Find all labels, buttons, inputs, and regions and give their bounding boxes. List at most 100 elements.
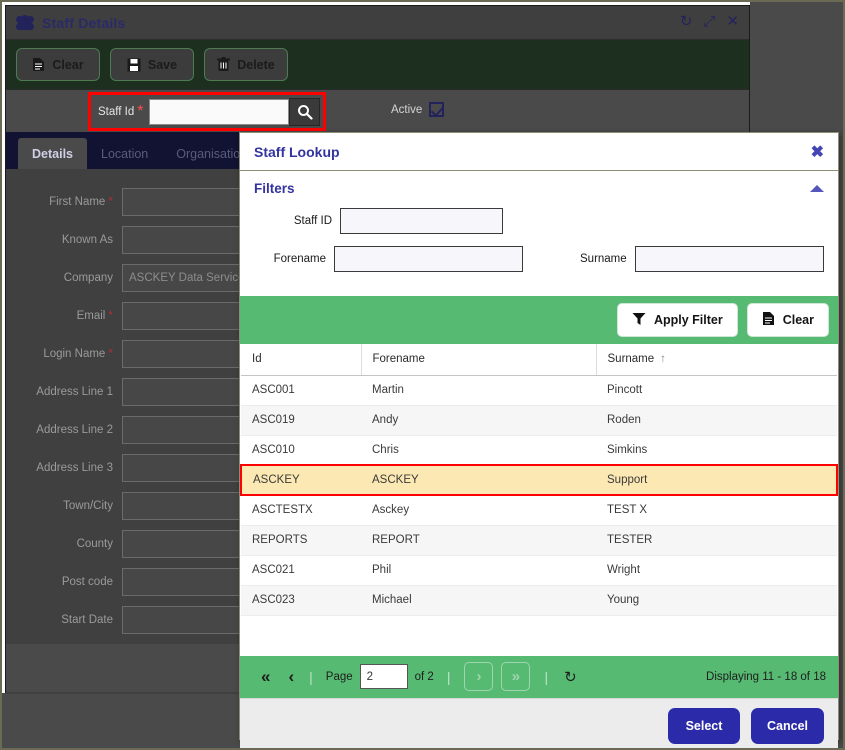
staff-lookup-dialog: Staff Lookup ✖ Filters Staff ID Forename…	[239, 132, 839, 750]
form-field-label: First Name *	[49, 196, 113, 208]
delete-button-label: Delete	[237, 57, 275, 72]
staff-details-titlebar: Staff Details ↻ ⤢ ✕	[6, 6, 749, 40]
window-controls: ↻ ⤢ ✕	[680, 14, 739, 29]
staff-id-highlight-box: Staff Id *	[88, 92, 326, 131]
staff-group-icon	[16, 14, 34, 31]
save-button[interactable]: Save	[110, 48, 194, 81]
refresh-icon[interactable]: ↻	[554, 668, 587, 686]
filter-surname-input[interactable]	[634, 246, 824, 272]
cell-forename: Andy	[361, 405, 596, 436]
cell-surname: Roden	[596, 405, 837, 436]
cell-id: ASC010	[241, 435, 361, 466]
tab-location[interactable]: Location	[87, 138, 162, 169]
cell-surname: Simkins	[596, 435, 837, 466]
dialog-title: Staff Lookup	[254, 143, 340, 160]
record-count-label: Displaying 11 - 18 of 18	[706, 670, 826, 683]
table-empty-space	[240, 615, 838, 656]
page-number-input[interactable]: 2	[359, 664, 408, 689]
filter-actions-bar: Apply Filter Clear	[240, 296, 838, 344]
table-row-selected[interactable]: ASCKEY ASCKEY Support	[240, 464, 838, 496]
table-row[interactable]: ASC001 Martin Pincott	[241, 375, 837, 406]
filter-staff-id-input[interactable]	[340, 208, 503, 234]
table-row[interactable]: ASCTESTX Asckey TEST X	[241, 495, 837, 526]
staff-id-required-marker: *	[137, 102, 144, 120]
form-field-label: Address Line 3	[36, 462, 113, 474]
form-field-label: Login Name *	[43, 348, 113, 360]
magnifier-icon[interactable]	[289, 97, 321, 126]
chevron-up-icon[interactable]	[810, 185, 824, 192]
save-button-label: Save	[147, 57, 178, 72]
form-field-label: Company	[63, 272, 113, 284]
form-field-label: Post code	[61, 576, 113, 588]
cell-id: ASC021	[241, 555, 361, 586]
staff-id-search-row: Staff Id * Active	[6, 90, 749, 132]
apply-filter-label: Apply Filter	[653, 313, 723, 327]
form-field-label: Known As	[61, 234, 113, 246]
document-icon	[32, 57, 45, 72]
table-row[interactable]: ASC019 Andy Roden	[241, 405, 837, 436]
column-header-surname[interactable]: Surname ↑	[596, 344, 837, 376]
refresh-icon[interactable]: ↻	[680, 14, 693, 29]
filter-row-names: Forename Surname	[254, 246, 824, 272]
next-page-button[interactable]: ›	[464, 662, 494, 691]
column-header-id[interactable]: Id	[241, 344, 362, 376]
close-icon[interactable]: ✕	[726, 14, 739, 29]
tab-details[interactable]: Details	[18, 138, 87, 169]
clear-button-label: Clear	[52, 57, 84, 72]
clear-button[interactable]: Clear	[16, 48, 100, 81]
last-page-button[interactable]: »	[501, 662, 531, 691]
filter-forename-input[interactable]	[333, 246, 524, 272]
filter-row-staff-id: Staff ID	[254, 208, 824, 234]
cell-surname: Pincott	[596, 375, 837, 406]
clear-filter-label: Clear	[782, 313, 814, 327]
pager-divider-3: |	[544, 668, 549, 685]
table-row[interactable]: ASC023 Michael Young	[241, 585, 837, 616]
form-field-label: County	[76, 538, 113, 550]
page-total-label: of 2	[414, 670, 434, 683]
active-checkbox[interactable]	[429, 102, 445, 117]
cell-surname: Support	[596, 464, 838, 496]
sort-asc-icon: ↑	[660, 353, 666, 366]
apply-filter-button[interactable]: Apply Filter	[616, 303, 738, 337]
filters-panel: Filters Staff ID Forename Surname	[240, 171, 838, 296]
cell-forename: Michael	[361, 585, 596, 616]
close-icon[interactable]: ✖	[811, 142, 824, 162]
filter-forename-label: Forename	[273, 253, 326, 265]
cell-surname: TESTER	[596, 525, 837, 556]
column-header-forename[interactable]: Forename	[361, 344, 597, 376]
funnel-icon	[632, 312, 646, 329]
cell-id: ASCTESTX	[241, 495, 361, 526]
staff-id-input[interactable]	[149, 98, 290, 125]
first-page-button[interactable]: «	[252, 668, 279, 685]
filter-staff-id-label: Staff ID	[293, 215, 332, 227]
cell-forename: Asckey	[361, 495, 596, 526]
cell-id: ASC023	[241, 585, 361, 616]
filter-surname-label: Surname	[580, 253, 627, 265]
column-header-surname-label: Surname	[607, 353, 655, 366]
maximize-icon[interactable]: ⤢	[703, 14, 715, 29]
delete-button[interactable]: Delete	[204, 48, 288, 81]
table-row[interactable]: ASC021 Phil Wright	[241, 555, 837, 586]
pager-divider-2: |	[446, 668, 451, 685]
document-icon	[762, 311, 775, 329]
cell-id: ASCKEY	[240, 464, 361, 496]
cancel-button[interactable]: Cancel	[751, 708, 824, 744]
form-field-label: Email *	[76, 310, 113, 322]
trash-icon	[217, 57, 231, 72]
cell-id: ASC001	[241, 375, 361, 406]
active-checkbox-group[interactable]: Active	[391, 102, 445, 117]
window-title: Staff Details	[42, 14, 126, 31]
table-row[interactable]: ASC010 Chris Simkins	[241, 435, 837, 466]
prev-page-button[interactable]: ‹	[279, 668, 303, 685]
cell-id: REPORTS	[241, 525, 361, 556]
clear-filter-button[interactable]: Clear	[746, 303, 829, 337]
floppy-disk-icon	[127, 58, 141, 72]
table-row[interactable]: REPORTS REPORT TESTER	[241, 525, 837, 556]
select-button[interactable]: Select	[668, 708, 740, 744]
cell-surname: Wright	[596, 555, 837, 586]
required-marker: *	[105, 310, 113, 322]
form-field-label: Address Line 1	[36, 386, 113, 398]
cell-forename: REPORT	[361, 525, 596, 556]
cell-forename: Chris	[361, 435, 596, 466]
active-label: Active	[391, 103, 423, 116]
